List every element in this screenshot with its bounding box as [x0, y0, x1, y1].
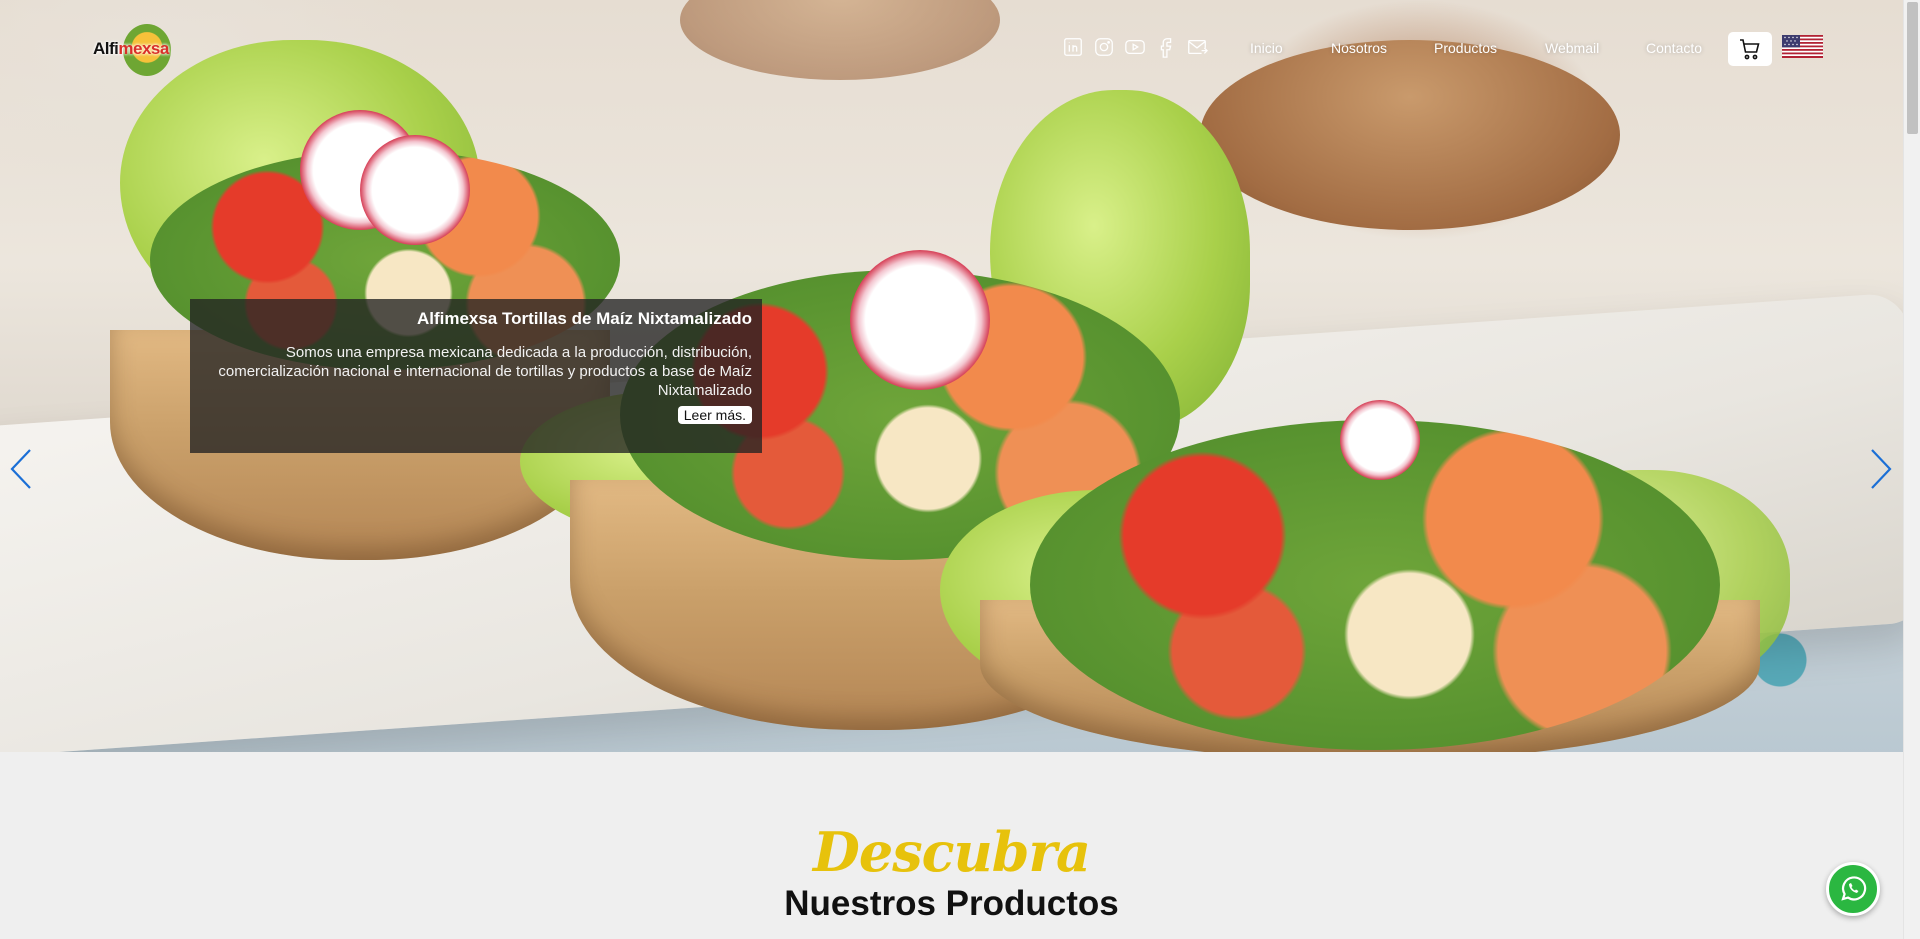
nav-link-webmail[interactable]: Webmail	[1545, 40, 1599, 56]
mail-icon[interactable]	[1186, 36, 1208, 58]
slide-caption: Alfimexsa Tortillas de Maíz Nixtamalizad…	[190, 299, 762, 453]
chevron-right-icon	[1871, 449, 1892, 489]
whatsapp-icon	[1841, 876, 1867, 901]
nav-link-nosotros[interactable]: Nosotros	[1331, 40, 1387, 56]
radish-image	[850, 250, 990, 390]
nav-link-inicio[interactable]: Inicio	[1250, 40, 1283, 56]
instagram-icon[interactable]	[1093, 36, 1115, 58]
linkedin-icon[interactable]	[1062, 36, 1084, 58]
cart-icon	[1740, 39, 1760, 60]
slide-caption-title: Alfimexsa Tortillas de Maíz Nixtamalizad…	[416, 309, 752, 328]
social-links	[1062, 36, 1208, 58]
slider-prev-arrow[interactable]	[8, 446, 34, 492]
nav-link-contacto[interactable]: Contacto	[1646, 40, 1702, 56]
chevron-left-icon	[10, 449, 31, 489]
section-title: Nuestros Productos	[784, 884, 1119, 923]
youtube-icon[interactable]	[1124, 36, 1146, 58]
logo[interactable]: Alfimexsa	[93, 24, 175, 79]
slide-caption-text: Somos una empresa mexicana dedicada a la…	[218, 344, 752, 399]
section-script-title: Descubra	[813, 820, 1091, 884]
facebook-icon[interactable]	[1155, 36, 1177, 58]
radish-image	[1340, 400, 1420, 480]
scrollbar-thumb[interactable]	[1907, 2, 1918, 134]
page-scrollbar[interactable]	[1903, 0, 1920, 939]
read-more-button[interactable]: Leer más.	[677, 406, 752, 424]
us-flag-icon[interactable]	[1782, 35, 1823, 58]
whatsapp-button[interactable]	[1826, 862, 1880, 916]
slider-next-arrow[interactable]	[1868, 446, 1894, 492]
cart-button[interactable]	[1728, 32, 1772, 66]
nav-link-productos[interactable]: Productos	[1434, 40, 1497, 56]
site-header: Alfimexsa Inicio Nosotros Productos Webm…	[0, 0, 1903, 100]
logo-text: Alfimexsa	[93, 39, 169, 58]
radish-image	[360, 135, 470, 245]
